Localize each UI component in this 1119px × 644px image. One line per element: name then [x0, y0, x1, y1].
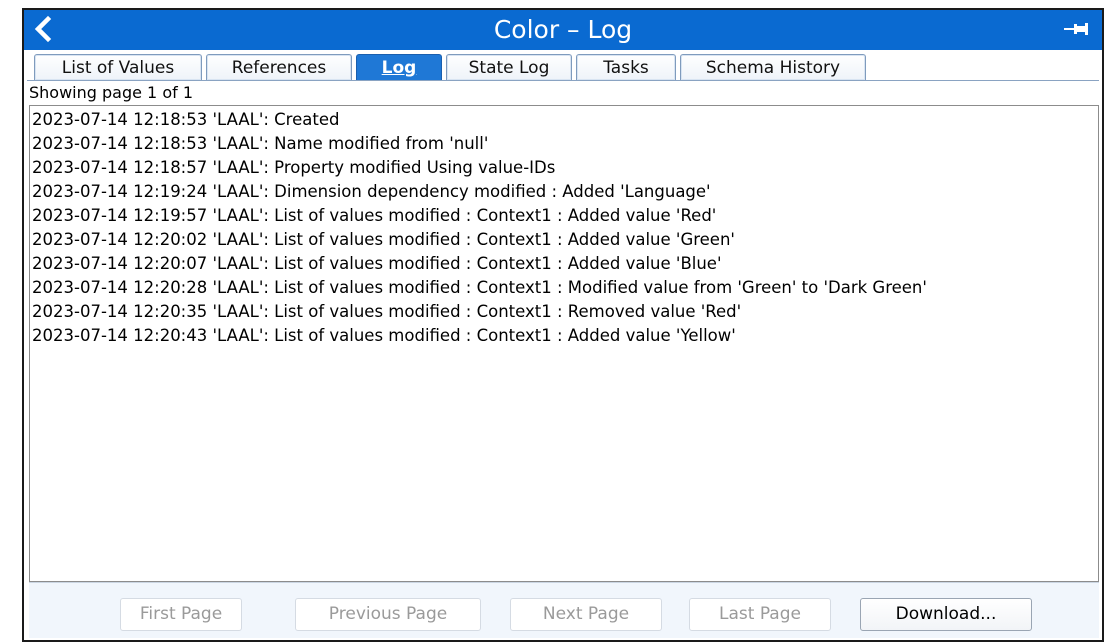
log-entry: 2023-07-14 12:19:24 'LAAL': Dimension de…: [32, 182, 711, 201]
previous-page-button[interactable]: Previous Page: [295, 598, 481, 631]
log-entry: 2023-07-14 12:20:35 'LAAL': List of valu…: [32, 302, 742, 321]
log-window: Color – Log List of Values References Lo…: [22, 8, 1104, 642]
log-entry: 2023-07-14 12:19:57 'LAAL': List of valu…: [32, 206, 717, 225]
pagination-bar: First Page Previous Page Next Page Last …: [29, 582, 1099, 638]
log-panel: Showing page 1 of 1 2023-07-14 12:18:53 …: [27, 80, 1099, 640]
title-bar: Color – Log: [24, 10, 1102, 50]
page-info: Showing page 1 of 1: [29, 83, 193, 102]
log-entry: 2023-07-14 12:18:53 'LAAL': Name modifie…: [32, 134, 489, 153]
tab-label: State Log: [468, 58, 550, 78]
next-page-button[interactable]: Next Page: [510, 598, 662, 631]
tab-list-of-values[interactable]: List of Values: [34, 54, 202, 80]
tab-label: List of Values: [61, 58, 175, 78]
tab-schema-history[interactable]: Schema History: [680, 54, 866, 80]
tab-label: Schema History: [705, 58, 841, 78]
log-list[interactable]: 2023-07-14 12:18:53 'LAAL': Created 2023…: [29, 105, 1099, 582]
tab-bar: List of Values References Log State Log …: [24, 50, 1102, 80]
pin-icon: [1064, 23, 1088, 35]
download-button[interactable]: Download...: [860, 598, 1032, 631]
log-entry: 2023-07-14 12:20:43 'LAAL': List of valu…: [32, 326, 736, 345]
first-page-button[interactable]: First Page: [120, 598, 242, 631]
tab-label: Log: [381, 58, 417, 78]
pin-button[interactable]: [1064, 19, 1090, 39]
log-entry: 2023-07-14 12:20:02 'LAAL': List of valu…: [32, 230, 735, 249]
tab-label: References: [231, 58, 327, 78]
tab-log[interactable]: Log: [356, 54, 442, 80]
window-title: Color – Log: [493, 15, 633, 44]
log-entry: 2023-07-14 12:20:07 'LAAL': List of valu…: [32, 254, 722, 273]
tab-label: Tasks: [603, 58, 649, 78]
tab-tasks[interactable]: Tasks: [576, 54, 676, 80]
log-entry: 2023-07-14 12:18:53 'LAAL': Created: [32, 110, 340, 129]
last-page-button[interactable]: Last Page: [689, 598, 831, 631]
tab-references[interactable]: References: [206, 54, 352, 80]
tab-state-log[interactable]: State Log: [446, 54, 572, 80]
log-entry: 2023-07-14 12:18:57 'LAAL': Property mod…: [32, 158, 556, 177]
log-entry: 2023-07-14 12:20:28 'LAAL': List of valu…: [32, 278, 927, 297]
